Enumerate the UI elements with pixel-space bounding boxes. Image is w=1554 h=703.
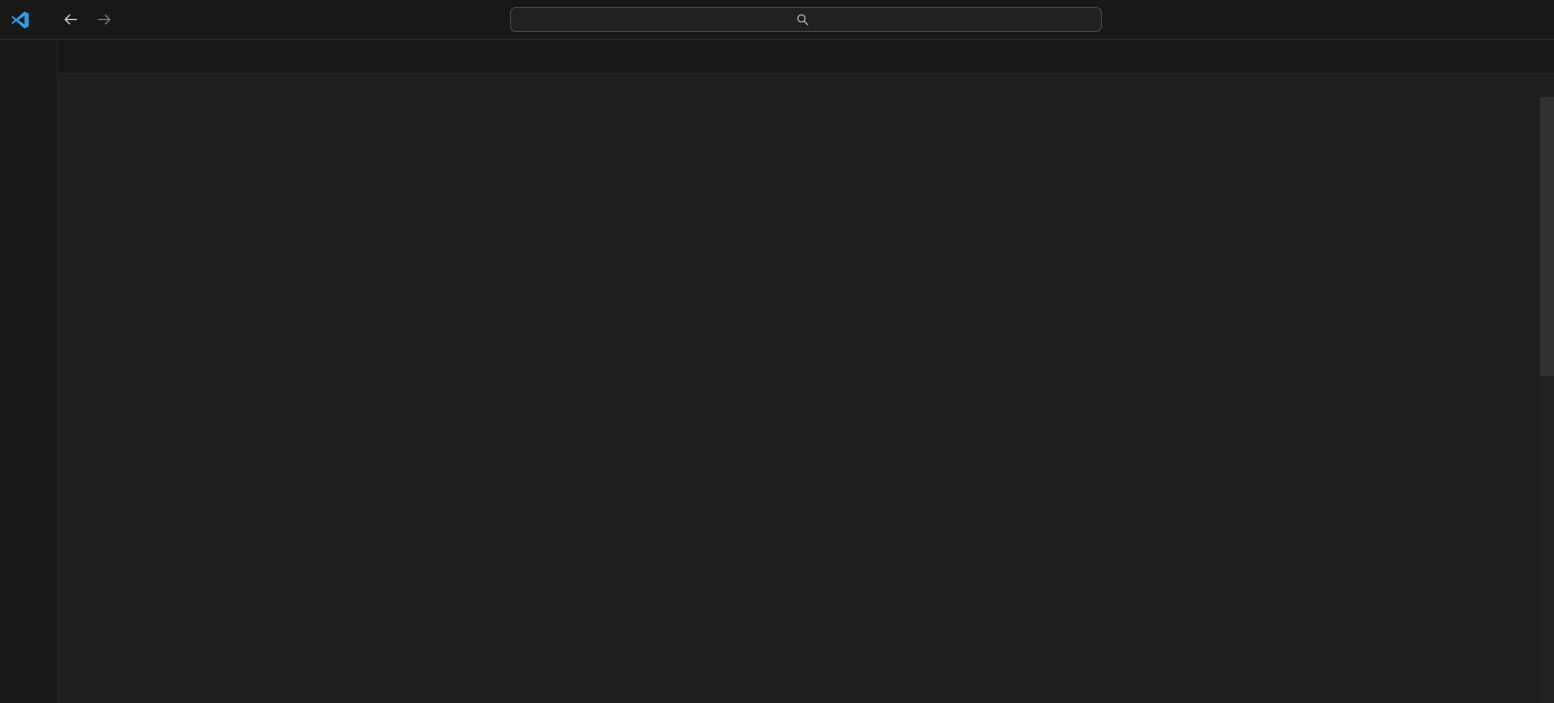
tab-bar [58,40,1554,74]
breadcrumbs [58,74,1554,97]
history-navigation [62,11,114,29]
title-bar [0,0,1554,40]
vscode-window [0,0,1554,703]
vscode-logo-icon [0,10,40,30]
vertical-scrollbar[interactable] [1540,97,1554,703]
code-lines [58,97,1540,703]
search-icon [796,13,809,26]
activity-bar [0,40,58,703]
minimap[interactable] [1430,97,1540,703]
editor-actions [1536,40,1554,74]
forward-button[interactable] [96,11,114,29]
scrollbar-thumb[interactable] [1540,97,1554,376]
titlebar-right-controls [1540,0,1554,40]
back-button[interactable] [62,11,80,29]
tabs-container [58,40,1536,74]
code-editor[interactable] [58,97,1554,703]
editor-group [58,40,1554,703]
workbench [0,40,1554,703]
command-center-search[interactable] [510,7,1102,32]
